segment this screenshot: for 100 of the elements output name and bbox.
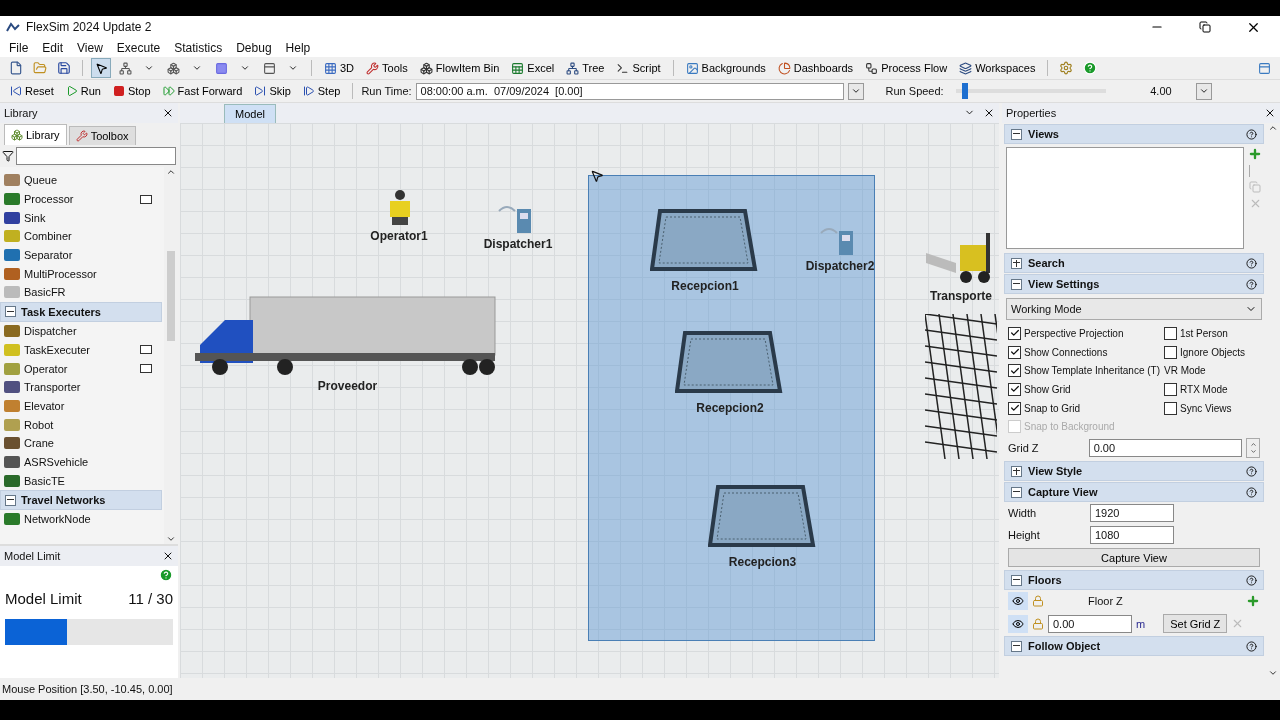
filter-field[interactable] bbox=[16, 147, 176, 165]
close-icon[interactable] bbox=[162, 550, 174, 562]
checkbox[interactable] bbox=[1164, 345, 1177, 359]
lock-icon[interactable] bbox=[1032, 617, 1044, 630]
library-item[interactable]: Separator bbox=[24, 249, 160, 262]
grid-z-field[interactable]: 0.00 bbox=[1088, 439, 1243, 458]
capture-view-button[interactable]: Capture View bbox=[1008, 548, 1260, 568]
run-control-button[interactable]: Step bbox=[298, 81, 345, 101]
checkbox[interactable] bbox=[1008, 401, 1021, 415]
help-icon[interactable] bbox=[1246, 574, 1257, 586]
section-header[interactable]: View Style bbox=[1004, 461, 1264, 482]
section-header[interactable]: Search bbox=[1004, 253, 1264, 273]
collapse-icon[interactable] bbox=[1011, 640, 1022, 652]
collapse-icon[interactable] bbox=[1011, 486, 1022, 498]
checkbox[interactable] bbox=[1164, 382, 1177, 396]
panel-tab[interactable]: Toolbox bbox=[68, 126, 136, 145]
section-header[interactable]: Views bbox=[1004, 124, 1264, 144]
menu-item[interactable]: Edit bbox=[35, 40, 71, 55]
menu-item[interactable]: Help bbox=[278, 40, 318, 55]
width-field[interactable]: 1920 bbox=[1090, 504, 1174, 523]
help-icon[interactable] bbox=[1246, 640, 1257, 652]
toolbar-button[interactable]: FlowItem Bin bbox=[415, 58, 504, 78]
checkbox[interactable] bbox=[1164, 401, 1177, 415]
checkbox[interactable] bbox=[1008, 326, 1021, 340]
help-icon[interactable] bbox=[1246, 257, 1257, 269]
eye-button[interactable] bbox=[1008, 592, 1028, 611]
collapse-icon[interactable] bbox=[5, 306, 16, 318]
menu-item[interactable]: Execute bbox=[109, 40, 168, 55]
help-icon[interactable] bbox=[1246, 128, 1257, 140]
close-icon[interactable] bbox=[1264, 107, 1276, 119]
section-header[interactable]: Capture View bbox=[1004, 482, 1264, 503]
library-item[interactable]: Operator bbox=[24, 362, 136, 375]
toolbar-button[interactable]: 3D bbox=[320, 58, 359, 78]
library-item[interactable]: Robot bbox=[24, 418, 160, 431]
toolbar-button[interactable]: Script bbox=[612, 58, 665, 78]
run-control-button[interactable]: Run bbox=[61, 81, 105, 101]
model-tab[interactable]: Model bbox=[224, 104, 276, 123]
checkbox[interactable] bbox=[1008, 382, 1021, 396]
eye-button[interactable] bbox=[1008, 614, 1028, 633]
scrollbar-thumb[interactable] bbox=[167, 250, 175, 341]
menu-item[interactable]: Statistics bbox=[167, 40, 230, 55]
expand-icon[interactable] bbox=[1011, 465, 1022, 477]
collapse-icon[interactable] bbox=[1011, 574, 1022, 586]
help-icon[interactable] bbox=[1246, 486, 1257, 498]
section-header[interactable]: Floors bbox=[1004, 570, 1264, 591]
run-control-button[interactable]: Skip bbox=[250, 81, 295, 101]
run-control-button[interactable]: Reset bbox=[6, 81, 58, 101]
toolbar-button[interactable]: Tools bbox=[362, 58, 412, 78]
section-header[interactable]: View Settings bbox=[1004, 274, 1264, 294]
library-item[interactable]: MultiProcessor bbox=[24, 267, 160, 280]
collapse-icon[interactable] bbox=[1011, 278, 1022, 290]
toolbar-button[interactable]: Tree bbox=[562, 58, 609, 78]
menu-item[interactable]: File bbox=[2, 40, 36, 55]
library-item[interactable]: Crane bbox=[24, 437, 160, 450]
set-grid-z-button[interactable]: Set Grid Z bbox=[1163, 614, 1228, 634]
library-item[interactable]: Transporter bbox=[24, 381, 160, 394]
run-control-button[interactable]: Stop bbox=[108, 81, 155, 101]
library-item[interactable]: Elevator bbox=[24, 399, 160, 412]
library-item[interactable]: BasicFR bbox=[24, 286, 160, 299]
add-icon[interactable] bbox=[1246, 594, 1260, 609]
library-item[interactable]: Sink bbox=[24, 211, 160, 224]
collapse-icon[interactable] bbox=[1011, 128, 1022, 140]
height-field[interactable]: 1080 bbox=[1090, 526, 1174, 545]
toolbar-button[interactable]: Backgrounds bbox=[681, 58, 770, 78]
toolbar-button[interactable]: Dashboards bbox=[773, 58, 858, 78]
close-icon[interactable] bbox=[162, 107, 174, 119]
library-item[interactable]: NetworkNode bbox=[24, 513, 160, 526]
section-header[interactable]: Follow Object bbox=[1004, 636, 1264, 657]
expand-icon[interactable] bbox=[1011, 257, 1022, 269]
close-icon[interactable] bbox=[983, 107, 995, 119]
toolbar-button[interactable]: Workspaces bbox=[955, 58, 1040, 78]
add-icon[interactable] bbox=[1248, 147, 1262, 161]
pointer-button[interactable] bbox=[91, 58, 111, 78]
checkbox[interactable] bbox=[1008, 345, 1021, 359]
scrollbar[interactable] bbox=[164, 167, 178, 544]
toolbar-button[interactable]: Excel bbox=[507, 58, 559, 78]
floor-z-field[interactable]: 0.00 bbox=[1048, 614, 1132, 633]
library-item[interactable]: ASRSvehicle bbox=[24, 455, 160, 468]
library-item[interactable]: Processor bbox=[24, 193, 136, 206]
views-list[interactable] bbox=[1006, 147, 1244, 249]
help-icon[interactable] bbox=[1246, 465, 1257, 477]
checkbox[interactable] bbox=[1008, 364, 1021, 378]
run-time-field[interactable]: 08:00:00 a.m. 07/09/2024 [0.00] bbox=[415, 82, 844, 100]
library-item[interactable]: Combiner bbox=[24, 230, 160, 243]
checkbox[interactable] bbox=[1164, 326, 1177, 340]
library-group[interactable]: Task Executers bbox=[0, 301, 162, 322]
menu-item[interactable]: View bbox=[70, 40, 110, 55]
library-group[interactable]: Travel Networks bbox=[0, 490, 162, 510]
toolbar-button[interactable]: Process Flow bbox=[861, 58, 952, 78]
slider-thumb[interactable] bbox=[961, 83, 968, 99]
run-control-button[interactable]: Fast Forward bbox=[158, 81, 247, 101]
lock-icon[interactable] bbox=[1032, 595, 1044, 608]
panel-tab[interactable]: Library bbox=[4, 124, 67, 145]
library-item[interactable]: Queue bbox=[24, 174, 160, 187]
collapse-icon[interactable] bbox=[5, 494, 16, 506]
library-item[interactable]: Dispatcher bbox=[24, 325, 160, 338]
mode-dropdown[interactable]: Working Mode bbox=[1006, 298, 1262, 320]
library-item[interactable]: BasicTE bbox=[24, 474, 160, 487]
menu-item[interactable]: Debug bbox=[229, 40, 279, 55]
library-item[interactable]: TaskExecuter bbox=[24, 343, 136, 356]
